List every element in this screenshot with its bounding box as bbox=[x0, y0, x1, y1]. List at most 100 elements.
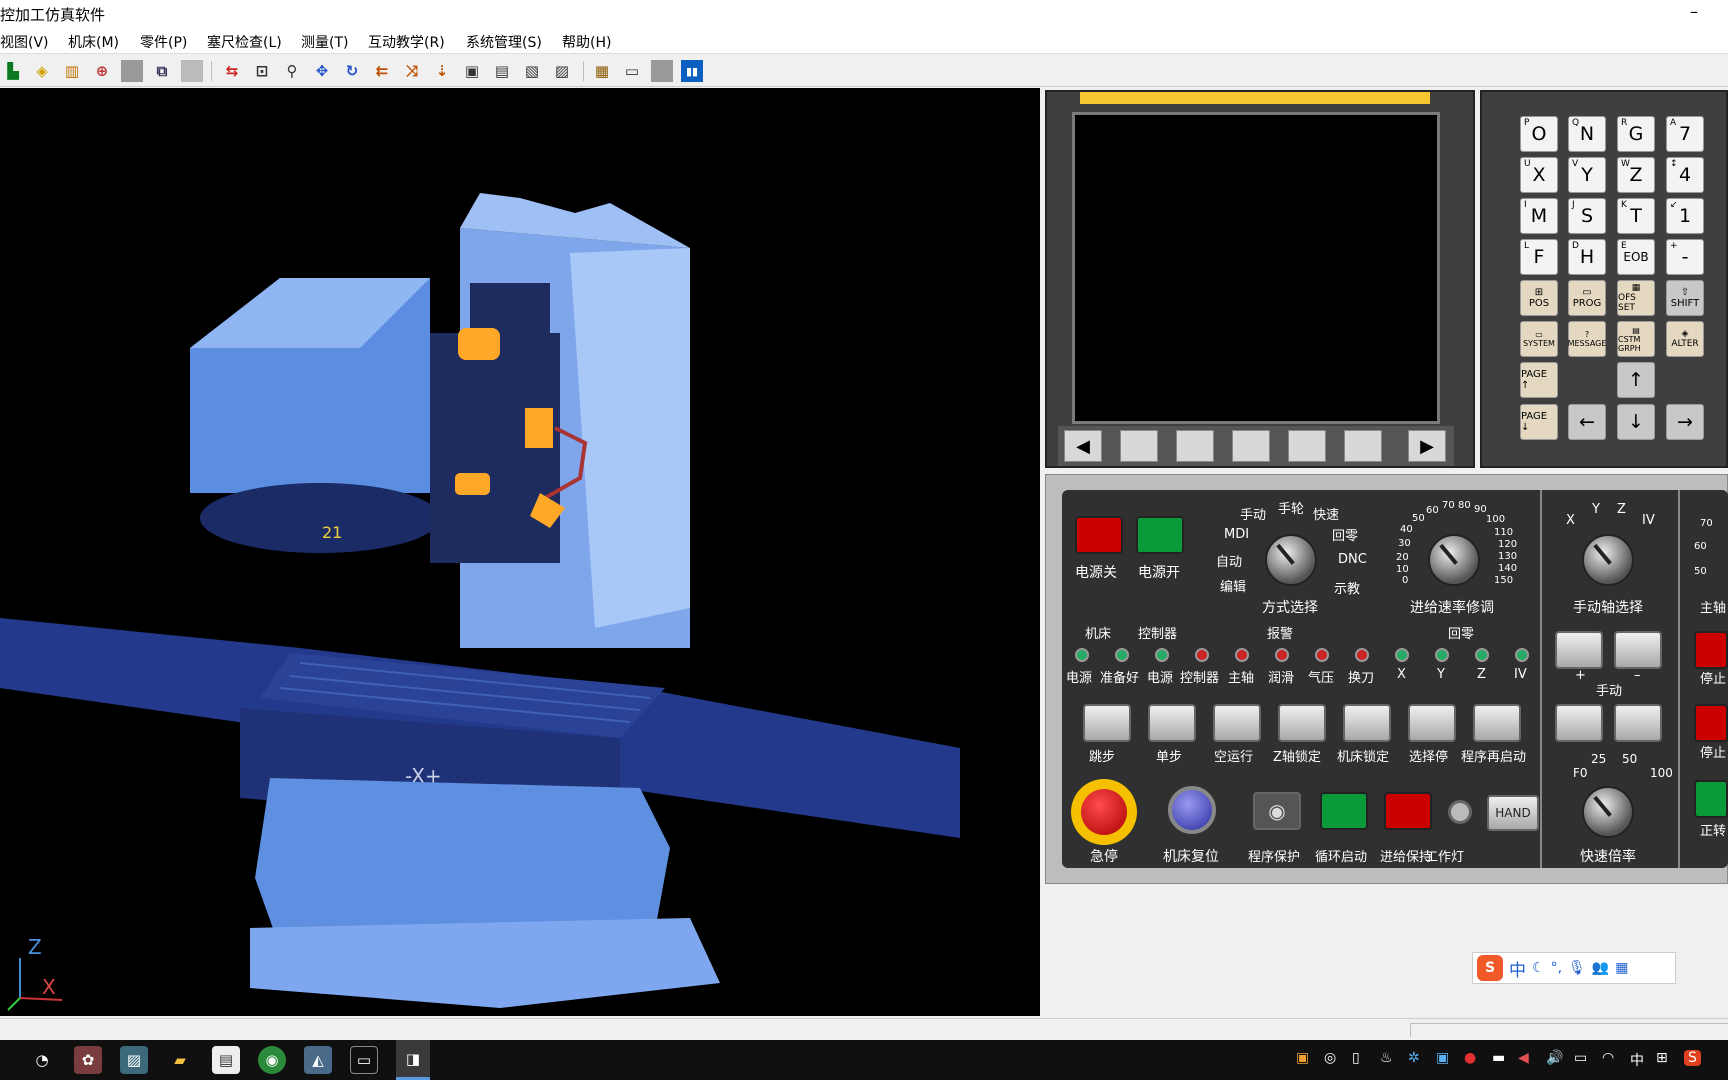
ime-language[interactable]: 中 bbox=[1509, 956, 1526, 981]
key-cstm-grph[interactable]: ▤ CSTM GRPH bbox=[1617, 321, 1655, 357]
work-light-toggle[interactable] bbox=[1448, 800, 1472, 824]
softkey-4[interactable] bbox=[1288, 430, 1326, 462]
menu-help[interactable]: 帮助(H) bbox=[562, 32, 611, 52]
moon-icon[interactable]: ☾ bbox=[1532, 960, 1545, 976]
machine-3d-viewport[interactable]: 21 -X+ Z X bbox=[0, 88, 1040, 1016]
key-f[interactable]: LF bbox=[1520, 239, 1558, 275]
pan-icon[interactable]: ✥ bbox=[311, 60, 333, 82]
app-icon-3[interactable]: ◭ bbox=[304, 1046, 332, 1074]
mode-select-knob[interactable] bbox=[1265, 534, 1317, 586]
key-prog[interactable]: ▭ PROG bbox=[1568, 280, 1606, 316]
jog-minus-button[interactable] bbox=[1614, 631, 1662, 669]
menu-measure[interactable]: 测量(T) bbox=[301, 32, 348, 52]
key-y[interactable]: VY bbox=[1568, 157, 1606, 193]
softkey-5[interactable] bbox=[1344, 430, 1382, 462]
key-n[interactable]: QN bbox=[1568, 116, 1606, 152]
tray-icon-2[interactable]: ◎ bbox=[1324, 1050, 1336, 1066]
key-4[interactable]: ↕ 4 bbox=[1666, 157, 1704, 193]
front-view-icon[interactable]: ▧ bbox=[521, 60, 543, 82]
softkey-3[interactable] bbox=[1232, 430, 1270, 462]
key-1[interactable]: ↙ 1 bbox=[1666, 198, 1704, 234]
key-message[interactable]: ? MESSAGE bbox=[1568, 321, 1606, 357]
key-m[interactable]: IM bbox=[1520, 198, 1558, 234]
tray-icon-3[interactable]: ▯ bbox=[1352, 1050, 1360, 1066]
menu-feeler-check[interactable]: 塞尺检查(L) bbox=[207, 32, 282, 52]
emergency-stop-button[interactable] bbox=[1071, 779, 1137, 845]
tray-sogou-icon[interactable]: S bbox=[1684, 1050, 1701, 1066]
power-off-button[interactable] bbox=[1075, 516, 1123, 554]
hand-button[interactable]: HAND bbox=[1487, 795, 1539, 831]
tray-icon-9[interactable]: ◀ bbox=[1518, 1050, 1529, 1066]
softkey-1[interactable] bbox=[1120, 430, 1158, 462]
origin-icon[interactable]: ⊕ bbox=[91, 60, 113, 82]
terminal-icon[interactable]: ▭ bbox=[350, 1046, 378, 1074]
spindle-forward-button[interactable] bbox=[1694, 780, 1728, 818]
skip-button[interactable] bbox=[1083, 704, 1131, 742]
key-h[interactable]: DH bbox=[1568, 239, 1606, 275]
machine-lock-button[interactable] bbox=[1343, 704, 1391, 742]
key-page-up[interactable]: PAGE ↑ bbox=[1520, 362, 1558, 398]
rotate-x-icon[interactable]: ⇇ bbox=[371, 60, 393, 82]
key-cursor-down[interactable]: ↓ bbox=[1617, 404, 1655, 440]
rotate-z-icon[interactable]: ⇣ bbox=[431, 60, 453, 82]
zoom-icon[interactable]: ⚲ bbox=[281, 60, 303, 82]
jog-extra-1-button[interactable] bbox=[1555, 704, 1603, 742]
key-alter[interactable]: ◈ ALTER bbox=[1666, 321, 1704, 357]
softkey-2[interactable] bbox=[1176, 430, 1214, 462]
optional-stop-button[interactable] bbox=[1408, 704, 1456, 742]
key-cursor-right[interactable]: → bbox=[1666, 404, 1704, 440]
key-t[interactable]: KT bbox=[1617, 198, 1655, 234]
key-page-down[interactable]: PAGE ↓ bbox=[1520, 404, 1558, 440]
spindle-stop-button[interactable] bbox=[1694, 631, 1728, 669]
spindle-stop-2-button[interactable] bbox=[1694, 704, 1728, 742]
pause-icon[interactable]: ▮▮ bbox=[681, 60, 703, 82]
window-layout-icon[interactable]: ▭ bbox=[621, 60, 643, 82]
rapid-override-knob[interactable] bbox=[1582, 786, 1634, 838]
volume-icon[interactable]: 🔊 bbox=[1546, 1050, 1563, 1066]
rotate-icon[interactable]: ↻ bbox=[341, 60, 363, 82]
softkey-next[interactable]: ▶ bbox=[1408, 430, 1446, 462]
power-on-button[interactable] bbox=[1136, 516, 1184, 554]
feed-hold-button[interactable] bbox=[1384, 792, 1432, 830]
key-minus[interactable]: + - bbox=[1666, 239, 1704, 275]
key-ofs-set[interactable]: ▦ OFS SET bbox=[1617, 280, 1655, 316]
softkey-prev[interactable]: ◀ bbox=[1064, 430, 1102, 462]
zoom-window-icon[interactable]: ⊡ bbox=[251, 60, 273, 82]
key-x[interactable]: UX bbox=[1520, 157, 1558, 193]
menu-view[interactable]: 视图(V) bbox=[0, 32, 49, 52]
tray-icon-7[interactable]: ● bbox=[1464, 1050, 1476, 1066]
tray-icon-6[interactable]: ▣ bbox=[1436, 1050, 1449, 1066]
key-cursor-left[interactable]: ← bbox=[1568, 404, 1606, 440]
user-icon[interactable]: 👥 bbox=[1592, 960, 1609, 976]
punctuation-icon[interactable]: °, bbox=[1551, 960, 1562, 976]
top-view-icon[interactable]: ▨ bbox=[551, 60, 573, 82]
microphone-icon[interactable]: 🎙 bbox=[1568, 960, 1586, 976]
key-z[interactable]: WZ bbox=[1617, 157, 1655, 193]
taskbar-ime-language[interactable]: 中 bbox=[1630, 1050, 1644, 1070]
minimize-button[interactable]: – bbox=[1690, 2, 1698, 21]
key-system[interactable]: ▭ SYSTEM bbox=[1520, 321, 1558, 357]
program-restart-button[interactable] bbox=[1473, 704, 1521, 742]
key-eob[interactable]: E EOB bbox=[1617, 239, 1655, 275]
sogou-logo-icon[interactable]: S bbox=[1477, 955, 1503, 981]
tray-grid-icon[interactable]: ⊞ bbox=[1656, 1050, 1668, 1066]
right-view-icon[interactable]: ▤ bbox=[491, 60, 513, 82]
simulator-task-icon[interactable]: ◨ bbox=[396, 1040, 430, 1080]
menu-interactive-teaching[interactable]: 互动教学(R) bbox=[368, 32, 445, 52]
tray-app-icon[interactable]: ▣ bbox=[1296, 1050, 1309, 1066]
key-o[interactable]: PO bbox=[1520, 116, 1558, 152]
machine-icon[interactable]: ▙ bbox=[2, 60, 24, 82]
tray-icon-5[interactable]: ✲ bbox=[1408, 1050, 1420, 1066]
grid-menu-icon[interactable]: ▦ bbox=[1615, 960, 1628, 976]
manual-axis-knob[interactable] bbox=[1582, 534, 1634, 586]
left-view-icon[interactable]: ▣ bbox=[461, 60, 483, 82]
tray-icon-8[interactable]: ▬ bbox=[1492, 1050, 1505, 1066]
key-shift[interactable]: ⇧ SHIFT bbox=[1666, 280, 1704, 316]
jog-extra-2-button[interactable] bbox=[1614, 704, 1662, 742]
menu-machine[interactable]: 机床(M) bbox=[68, 32, 119, 52]
app-icon-2[interactable]: ▨ bbox=[120, 1046, 148, 1074]
notepad-icon[interactable]: ▤ bbox=[212, 1046, 240, 1074]
fixture-icon[interactable]: ▥ bbox=[61, 60, 83, 82]
key-7[interactable]: A7 bbox=[1666, 116, 1704, 152]
wifi-icon[interactable]: ◠ bbox=[1602, 1050, 1614, 1066]
